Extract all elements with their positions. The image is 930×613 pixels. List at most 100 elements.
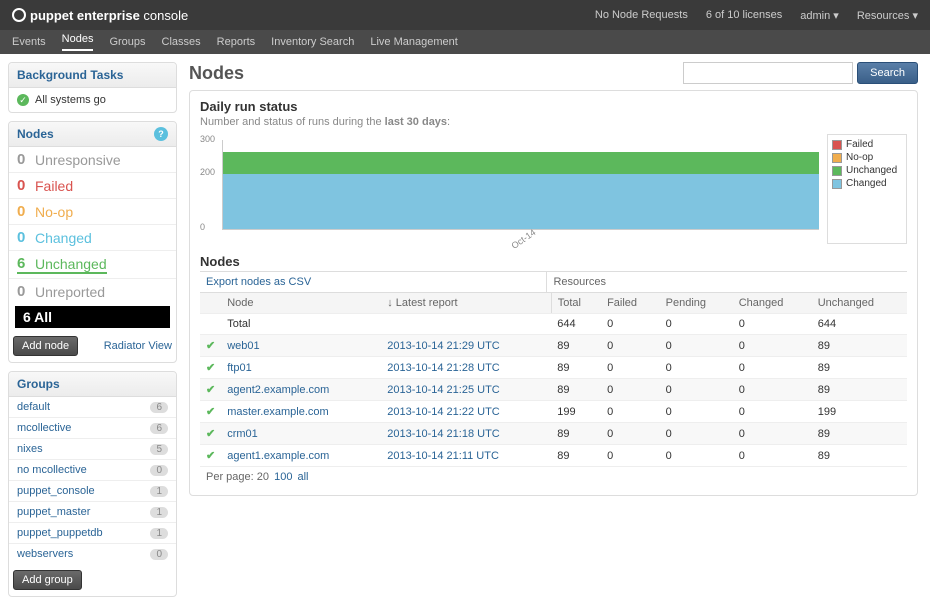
report-link[interactable]: 2013-10-14 21:25 UTC [387,384,500,396]
per-page-option[interactable]: 100 [274,471,292,483]
nodes-table-title: Nodes [200,254,907,269]
per-page-option[interactable]: all [298,471,309,483]
radiator-view-link[interactable]: Radiator View [104,340,172,352]
no-node-requests-link[interactable]: No Node Requests [595,9,688,22]
node-status-failed[interactable]: 0 Failed [9,172,176,198]
chevron-down-icon: ▾ [833,10,839,22]
node-status-count: 0 [17,151,35,168]
nav-item-classes[interactable]: Classes [162,36,201,48]
group-row: puppet_console1 [9,480,176,501]
report-link[interactable]: 2013-10-14 21:28 UTC [387,362,500,374]
group-link-no mcollective[interactable]: no mcollective [17,464,87,476]
page-title: Nodes [189,63,244,84]
daily-run-title: Daily run status [200,99,907,114]
nav-item-events[interactable]: Events [12,36,46,48]
node-link[interactable]: master.example.com [227,406,328,418]
node-status-label: Changed [35,230,92,246]
licenses-link[interactable]: 6 of 10 licenses [706,9,782,22]
legend-swatch [832,179,842,189]
group-link-webservers[interactable]: webservers [17,548,73,560]
check-icon: ✓ [17,94,29,106]
report-link[interactable]: 2013-10-14 21:18 UTC [387,428,500,440]
bar-unchanged [223,152,819,174]
node-status-label: Failed [35,178,73,194]
group-link-mcollective[interactable]: mcollective [17,422,71,434]
nav-item-nodes[interactable]: Nodes [62,33,94,51]
report-link[interactable]: 2013-10-14 21:22 UTC [387,406,500,418]
col-node[interactable]: Node [221,293,381,314]
background-tasks-header: Background Tasks [9,63,176,88]
daily-run-subtitle: Number and status of runs during the las… [200,116,907,128]
table-total-row: Total644000644 [200,314,907,335]
nav-item-inventory-search[interactable]: Inventory Search [271,36,354,48]
nav-item-live-management[interactable]: Live Management [370,36,457,48]
group-count-badge: 5 [150,444,168,455]
col-unchanged[interactable]: Unchanged [812,293,907,314]
node-status-unreported[interactable]: 0 Unreported [9,278,176,304]
sidebar: Background Tasks ✓ All systems go Nodes … [0,54,185,613]
node-status-label: Unresponsive [35,152,121,168]
node-link[interactable]: crm01 [227,428,258,440]
chart-area: 300 200 0 Oct-14 FailedNo-opUnchangedCha… [200,134,907,244]
group-count-badge: 1 [150,507,168,518]
nodes-all-label: All [34,309,52,325]
help-icon[interactable]: ? [154,127,168,141]
node-link[interactable]: ftp01 [227,362,251,374]
node-link[interactable]: agent2.example.com [227,384,329,396]
group-link-puppet_console[interactable]: puppet_console [17,485,95,497]
col-pending[interactable]: Pending [660,293,733,314]
table-row: ✔agent2.example.com2013-10-14 21:25 UTC8… [200,379,907,401]
add-node-button[interactable]: Add node [13,336,78,356]
nav-item-groups[interactable]: Groups [109,36,145,48]
background-tasks-panel: Background Tasks ✓ All systems go [8,62,177,113]
legend-label: Changed [846,178,887,189]
legend-swatch [832,153,842,163]
nodes-table: Node↓ Latest reportTotalFailedPendingCha… [200,292,907,467]
legend-label: Unchanged [846,165,897,176]
search-form: Search [683,62,918,84]
group-count-badge: 1 [150,528,168,539]
admin-menu[interactable]: admin ▾ [800,9,839,22]
nodes-all-row[interactable]: 6 All [15,306,170,328]
group-link-nixes[interactable]: nixes [17,443,43,455]
check-icon: ✔ [206,340,215,352]
nodes-panel: Nodes ? 0 Unresponsive0 Failed0 No-op0 C… [8,121,177,363]
y-tick: 200 [200,167,215,177]
node-status-count: 0 [17,229,35,246]
table-row: ✔master.example.com2013-10-14 21:22 UTC1… [200,401,907,423]
y-tick: 0 [200,222,205,232]
node-status-unresponsive[interactable]: 0 Unresponsive [9,147,176,172]
node-link[interactable]: agent1.example.com [227,450,329,462]
search-button[interactable]: Search [857,62,918,84]
group-link-default[interactable]: default [17,401,50,413]
col-latest-report[interactable]: ↓ Latest report [381,293,551,314]
nav-item-reports[interactable]: Reports [217,36,256,48]
node-link[interactable]: web01 [227,340,259,352]
header-right: No Node Requests 6 of 10 licenses admin … [595,9,918,22]
node-status-label: Unchanged [35,256,107,274]
add-group-button[interactable]: Add group [13,570,82,590]
report-link[interactable]: 2013-10-14 21:29 UTC [387,340,500,352]
group-link-puppet_puppetdb[interactable]: puppet_puppetdb [17,527,103,539]
col-total[interactable]: Total [551,293,601,314]
nodes-all-count: 6 [23,309,31,325]
node-status-count: 6 [17,255,35,274]
export-csv-link[interactable]: Export nodes as CSV [200,272,317,292]
report-link[interactable]: 2013-10-14 21:11 UTC [387,450,499,462]
node-status-unchanged[interactable]: 6 Unchanged [9,250,176,278]
node-status-count: 0 [17,203,35,220]
col-failed[interactable]: Failed [601,293,660,314]
table-row: ✔crm012013-10-14 21:18 UTC8900089 [200,423,907,445]
col-changed[interactable]: Changed [733,293,812,314]
group-row: default6 [9,397,176,417]
node-status-no-op[interactable]: 0 No-op [9,198,176,224]
main-content: Nodes Search Daily run status Number and… [185,54,930,613]
node-status-count: 0 [17,283,35,300]
search-input[interactable] [683,62,853,84]
nodes-panel-header: Nodes ? [9,122,176,147]
resources-menu[interactable]: Resources ▾ [857,9,918,22]
main-nav: Events Nodes Groups Classes Reports Inventory… [0,30,930,54]
node-status-changed[interactable]: 0 Changed [9,224,176,250]
groups-panel-header: Groups [9,372,176,397]
bg-task-status: ✓ All systems go [9,88,176,112]
